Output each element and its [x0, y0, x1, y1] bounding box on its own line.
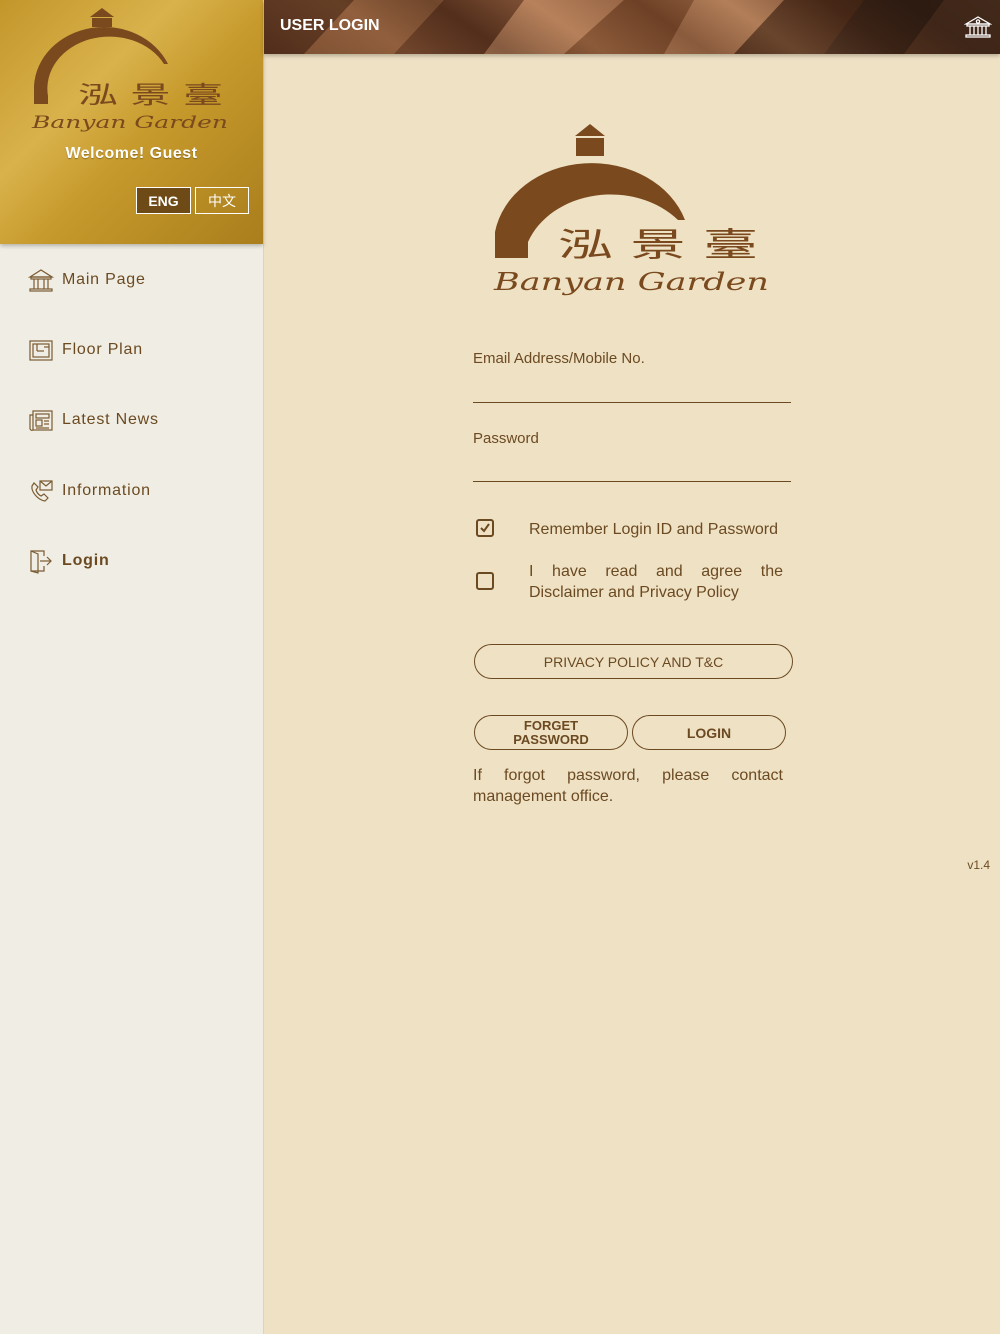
- banyan-garden-logo: 泓 景 臺 Banyan Garden: [31, 8, 228, 133]
- newspaper-icon: [29, 410, 53, 431]
- sidebar-item-main-page[interactable]: Main Page: [28, 265, 146, 295]
- remember-checkbox[interactable]: [476, 519, 494, 537]
- email-label: Email Address/Mobile No.: [473, 350, 645, 367]
- sidebar-item-floor-plan[interactable]: Floor Plan: [28, 335, 143, 365]
- home-building-icon[interactable]: [964, 14, 992, 40]
- language-chinese-button[interactable]: 中文: [195, 187, 249, 214]
- floor-plan-icon: [29, 340, 53, 361]
- checkmark-icon: [480, 523, 490, 533]
- password-field[interactable]: [473, 454, 791, 482]
- sidebar-item-label: Information: [62, 482, 151, 499]
- sidebar: 泓 景 臺 Banyan Garden Welcome! Guest ENG 中…: [0, 0, 264, 1334]
- logo-chinese-name: 泓 景 臺: [78, 81, 223, 109]
- forgot-password-note: If forgot password, please contact manag…: [473, 767, 783, 805]
- logo-chinese-name: 泓 景 臺: [558, 225, 758, 264]
- sidebar-item-information[interactable]: Information: [28, 476, 151, 506]
- forget-password-label: FORGET PASSWORD: [513, 717, 589, 747]
- sidebar-item-login[interactable]: Login: [28, 546, 110, 576]
- agree-label: I have read and agree the Disclaimer and…: [529, 563, 783, 601]
- login-button[interactable]: LOGIN: [632, 715, 786, 750]
- forget-password-button[interactable]: FORGET PASSWORD: [474, 715, 628, 750]
- remember-label: Remember Login ID and Password: [529, 521, 779, 538]
- logo-english-script: Banyan Garden: [31, 113, 228, 133]
- sidebar-item-label: Login: [62, 552, 110, 569]
- welcome-text: Welcome! Guest: [65, 145, 198, 162]
- version-label: v1.4: [967, 858, 990, 872]
- header-bar: USER LOGIN: [264, 0, 1000, 54]
- sidebar-item-latest-news[interactable]: Latest News: [28, 405, 159, 435]
- agree-checkbox[interactable]: [476, 572, 494, 590]
- sidebar-item-label: Main Page: [62, 271, 146, 288]
- email-field[interactable]: [473, 375, 791, 403]
- password-label: Password: [473, 430, 539, 447]
- banyan-garden-main-logo: 泓 景 臺 Banyan Garden: [493, 124, 769, 296]
- sidebar-item-label: Latest News: [62, 411, 159, 428]
- building-icon: [28, 269, 54, 292]
- sidebar-header: 泓 景 臺 Banyan Garden Welcome! Guest ENG 中…: [0, 0, 263, 244]
- phone-info-icon: [31, 480, 53, 502]
- language-eng-button[interactable]: ENG: [136, 187, 191, 214]
- page-title: USER LOGIN: [280, 17, 380, 34]
- privacy-policy-button[interactable]: PRIVACY POLICY AND T&C: [474, 644, 793, 679]
- sidebar-item-label: Floor Plan: [62, 341, 143, 358]
- logo-english-script: Banyan Garden: [493, 268, 769, 296]
- door-login-icon: [30, 550, 52, 574]
